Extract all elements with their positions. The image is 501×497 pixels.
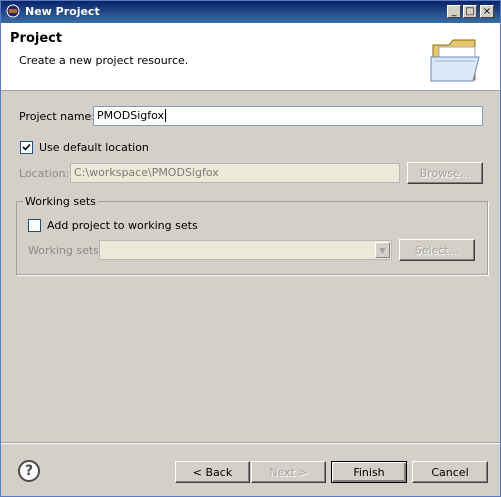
use-default-location-label: Use default location bbox=[39, 141, 149, 154]
use-default-location-checkbox[interactable] bbox=[20, 141, 33, 154]
minimize-button[interactable]: _ bbox=[447, 5, 461, 18]
working-sets-combo[interactable]: ▼ bbox=[99, 240, 392, 260]
working-sets-group-label: Working sets bbox=[23, 195, 98, 208]
wizard-header: Project Create a new project resource. bbox=[1, 23, 500, 91]
eclipse-app-icon bbox=[6, 4, 20, 18]
close-button[interactable]: × bbox=[480, 5, 494, 18]
help-icon[interactable]: ? bbox=[18, 460, 40, 482]
cancel-button[interactable]: Cancel bbox=[412, 461, 488, 483]
back-button[interactable]: < Back bbox=[175, 461, 250, 483]
location-input[interactable]: C:\workspace\PMODSigfox bbox=[70, 163, 400, 183]
maximize-button[interactable]: □ bbox=[463, 5, 477, 18]
project-name-input[interactable]: PMODSigfox bbox=[93, 106, 483, 126]
new-project-dialog: New Project _ □ × Project Create a new p… bbox=[0, 0, 501, 497]
working-sets-label: Working sets: bbox=[28, 244, 103, 257]
add-to-working-sets-checkbox[interactable] bbox=[28, 219, 41, 232]
footer-separator bbox=[1, 442, 500, 444]
text-cursor bbox=[165, 109, 167, 122]
title-bar[interactable]: New Project _ □ × bbox=[1, 1, 500, 23]
select-button[interactable]: Select... bbox=[399, 239, 475, 261]
dropdown-arrow-icon[interactable]: ▼ bbox=[375, 242, 390, 258]
add-to-working-sets-label: Add project to working sets bbox=[47, 219, 198, 232]
browse-button[interactable]: Browse... bbox=[407, 162, 483, 184]
folder-icon bbox=[430, 39, 480, 82]
checkbox-check-icon bbox=[22, 143, 31, 151]
project-name-value: PMODSigfox bbox=[97, 109, 165, 122]
project-name-label: Project name: bbox=[19, 110, 96, 123]
page-description: Create a new project resource. bbox=[19, 54, 189, 67]
location-value: C:\workspace\PMODSigfox bbox=[74, 166, 219, 179]
working-sets-group bbox=[16, 201, 488, 275]
location-label: Location: bbox=[19, 167, 70, 180]
page-title: Project bbox=[10, 31, 63, 46]
finish-button[interactable]: Finish bbox=[331, 461, 407, 483]
next-button[interactable]: Next > bbox=[251, 461, 326, 483]
window-title: New Project bbox=[25, 5, 100, 18]
